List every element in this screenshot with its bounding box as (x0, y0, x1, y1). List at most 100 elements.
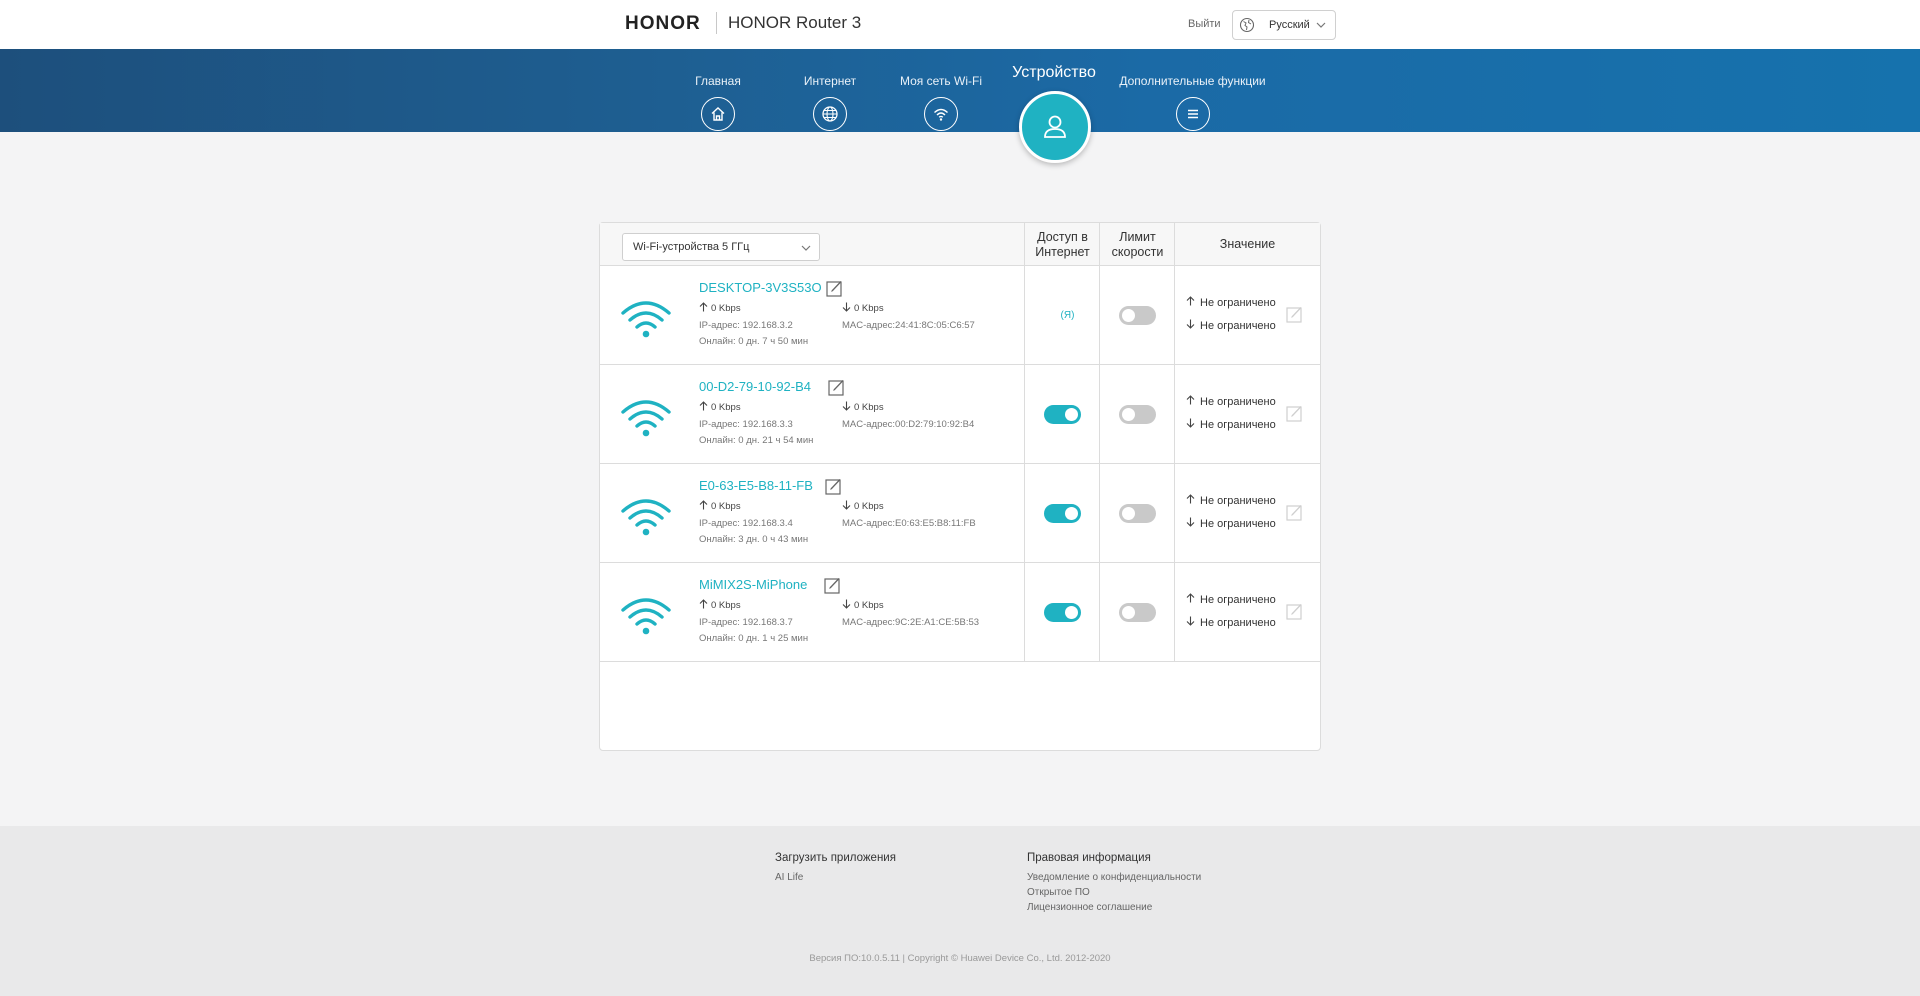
user-icon (1019, 91, 1091, 163)
nav-wifi[interactable]: Моя сеть Wi-Fi (891, 49, 991, 131)
upload-limit: Не ограничено (1186, 296, 1276, 309)
footer-link-license[interactable]: Лицензионное соглашение (1027, 902, 1152, 913)
copyright-text: Версия ПО:10.0.5.11 | Copyright © Huawei… (809, 953, 1111, 964)
wifi-signal-icon (620, 496, 672, 538)
brand-divider (716, 12, 717, 34)
upload-limit-value: Не ограничено (1200, 494, 1276, 507)
nav-home[interactable]: Главная (678, 49, 758, 131)
wifi-signal-icon (620, 397, 672, 439)
speed-limit-toggle[interactable] (1119, 603, 1156, 622)
download-limit-value: Не ограничено (1200, 418, 1276, 431)
upload-rate-value: 0 Kbps (711, 402, 741, 413)
arrow-down-icon (1186, 319, 1200, 332)
device-mac: MAC-адрес:9C:2E:A1:CE:5B:53 (842, 617, 980, 628)
device-ip: IP-адрес: 192.168.3.2 (699, 320, 793, 331)
device-mac: MAC-адрес:E0:63:E5:B8:11:FB (842, 518, 976, 529)
top-header: HONOR HONOR Router 3 Выйти Русский (0, 0, 1920, 49)
device-filter-value: Wi-Fi-устройства 5 ГГц (633, 241, 750, 253)
language-value: Русский (1269, 19, 1310, 31)
arrow-down-icon (842, 401, 854, 414)
arrow-up-icon (1186, 296, 1200, 309)
speed-limit-toggle[interactable] (1119, 306, 1156, 325)
edit-icon[interactable] (828, 379, 845, 396)
device-panel: Wi-Fi-устройства 5 ГГц Доступ в Интернет… (599, 222, 1321, 751)
arrow-down-icon (1186, 517, 1200, 530)
footer-link-ai-life[interactable]: AI Life (775, 872, 803, 883)
upload-limit-value: Не ограничено (1200, 296, 1276, 309)
edit-icon[interactable] (826, 280, 843, 297)
arrow-down-icon (1186, 418, 1200, 431)
arrow-down-icon (842, 302, 854, 315)
footer-link-privacy[interactable]: Уведомление о конфиденциальности (1027, 872, 1201, 883)
arrow-down-icon (1186, 616, 1200, 629)
device-ip: IP-адрес: 192.168.3.7 (699, 617, 793, 628)
product-title: HONOR Router 3 (728, 13, 862, 32)
home-icon (701, 97, 735, 131)
download-rate: 0 Kbps (842, 302, 884, 315)
device-name-link[interactable]: MiMIX2S-MiPhone (699, 577, 807, 592)
nav-advanced-label: Дополнительные функции (1119, 74, 1266, 88)
arrow-up-icon (699, 599, 711, 612)
download-rate-value: 0 Kbps (854, 600, 884, 611)
arrow-down-icon (842, 599, 854, 612)
arrow-up-icon (1186, 395, 1200, 408)
nav-device-label: Устройство (1012, 64, 1096, 81)
logout-link[interactable]: Выйти (1188, 18, 1221, 30)
table-row: DESKTOP-3V3S53O 0 Kbps 0 Kbps IP-адрес: 192… (600, 266, 1320, 365)
col-speed-limit: Лимит скорости (1111, 229, 1164, 259)
download-rate-value: 0 Kbps (854, 402, 884, 413)
table-row: 00-D2-79-10-92-B4 0 Kbps 0 Kbps IP-адрес: 1… (600, 365, 1320, 464)
upload-limit: Не ограничено (1186, 494, 1276, 507)
col-internet-access: Доступ в Интернет (1035, 229, 1090, 259)
device-mac: MAC-адрес:24:41:8C:05:C6:57 (842, 320, 975, 331)
internet-access-toggle[interactable] (1044, 405, 1081, 424)
upload-limit: Не ограничено (1186, 593, 1276, 606)
nav-home-label: Главная (695, 74, 741, 88)
nav-internet[interactable]: Интернет (790, 49, 870, 131)
wifi-signal-icon (620, 595, 672, 637)
arrow-down-icon (842, 500, 854, 513)
wifi-icon (924, 97, 958, 131)
globe-icon (813, 97, 847, 131)
download-rate-value: 0 Kbps (854, 501, 884, 512)
internet-access-toggle[interactable] (1044, 603, 1081, 622)
download-rate-value: 0 Kbps (854, 303, 884, 314)
device-name-link[interactable]: 00-D2-79-10-92-B4 (699, 379, 811, 394)
footer: Загрузить приложения AI Life Правовая ин… (0, 826, 1920, 996)
speed-limit-toggle[interactable] (1119, 405, 1156, 424)
wifi-signal-icon (620, 298, 672, 340)
globe-icon (1239, 17, 1255, 33)
nav-device-active[interactable]: Устройство (1010, 49, 1098, 163)
device-online-time: Онлайн: 3 дн. 0 ч 43 мин (699, 534, 809, 545)
device-name-link[interactable]: E0-63-E5-B8-11-FB (699, 478, 813, 493)
nav-advanced[interactable]: Дополнительные функции (1115, 49, 1270, 131)
chevron-down-icon (1316, 22, 1326, 28)
download-limit-value: Не ограничено (1200, 616, 1276, 629)
footer-link-open-source[interactable]: Открытое ПО (1027, 887, 1090, 898)
edit-limit-icon (1286, 504, 1303, 521)
chevron-down-icon (801, 245, 811, 251)
device-filter-select[interactable]: Wi-Fi-устройства 5 ГГц (622, 233, 820, 261)
upload-rate: 0 Kbps (699, 401, 741, 414)
table-row: E0-63-E5-B8-11-FB 0 Kbps 0 Kbps IP-адрес: 1… (600, 464, 1320, 563)
device-online-time: Онлайн: 0 дн. 21 ч 54 мин (699, 435, 814, 446)
upload-rate: 0 Kbps (699, 599, 741, 612)
toggle-knob (1065, 606, 1078, 619)
brand-logo: HONOR (625, 13, 701, 34)
upload-rate-value: 0 Kbps (711, 303, 741, 314)
device-online-time: Онлайн: 0 дн. 7 ч 50 мин (699, 336, 809, 347)
edit-limit-icon (1286, 405, 1303, 422)
edit-icon[interactable] (824, 577, 841, 594)
edit-icon[interactable] (825, 478, 842, 495)
toggle-knob (1065, 408, 1078, 421)
upload-rate: 0 Kbps (699, 302, 741, 315)
toggle-knob (1122, 606, 1135, 619)
speed-limit-toggle[interactable] (1119, 504, 1156, 523)
download-rate: 0 Kbps (842, 500, 884, 513)
menu-icon (1175, 97, 1210, 131)
device-name-link[interactable]: DESKTOP-3V3S53O (699, 280, 822, 295)
language-select[interactable]: Русский (1232, 10, 1336, 40)
internet-access-toggle[interactable] (1044, 504, 1081, 523)
upload-limit: Не ограничено (1186, 395, 1276, 408)
footer-apps-heading: Загрузить приложения (775, 852, 896, 864)
